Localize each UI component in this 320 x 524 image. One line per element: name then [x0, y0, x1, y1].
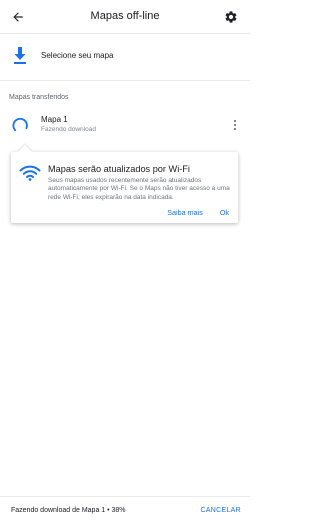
- section-title: Mapas transferidos: [9, 94, 69, 101]
- app-bar: Mapas off-line: [0, 0, 250, 34]
- download-status-bar: Fazendo download de Mapa 1 • 38% CANCELA…: [0, 496, 250, 524]
- download-progress-text: Fazendo download de Mapa 1 • 38%: [11, 507, 126, 514]
- wifi-icon: [19, 165, 41, 181]
- tooltip-actions: Saiba mais Ok: [167, 208, 229, 217]
- list-item[interactable]: Mapa 1 Fazendo download: [0, 108, 250, 140]
- more-vert-icon[interactable]: [228, 115, 242, 135]
- select-map-row[interactable]: Selecione seu mapa: [0, 38, 250, 76]
- divider: [0, 80, 250, 81]
- loading-spinner-icon: [11, 116, 29, 134]
- wifi-update-tooltip: Mapas serão atualizados por Wi-Fi Seus m…: [11, 144, 238, 223]
- map-status: Fazendo download: [41, 126, 96, 133]
- select-map-label: Selecione seu mapa: [41, 51, 114, 60]
- tooltip-title: Mapas serão atualizados por Wi-Fi: [48, 164, 190, 174]
- map-name: Mapa 1: [41, 115, 68, 124]
- learn-more-button[interactable]: Saiba mais: [167, 208, 203, 217]
- page-title: Mapas off-line: [90, 10, 160, 22]
- tooltip-body: Seus mapas usados recentemente serão atu…: [48, 177, 230, 201]
- cancel-button[interactable]: CANCELAR: [200, 507, 241, 514]
- gear-icon[interactable]: [221, 7, 241, 27]
- ok-button[interactable]: Ok: [220, 208, 229, 217]
- download-icon: [11, 46, 29, 66]
